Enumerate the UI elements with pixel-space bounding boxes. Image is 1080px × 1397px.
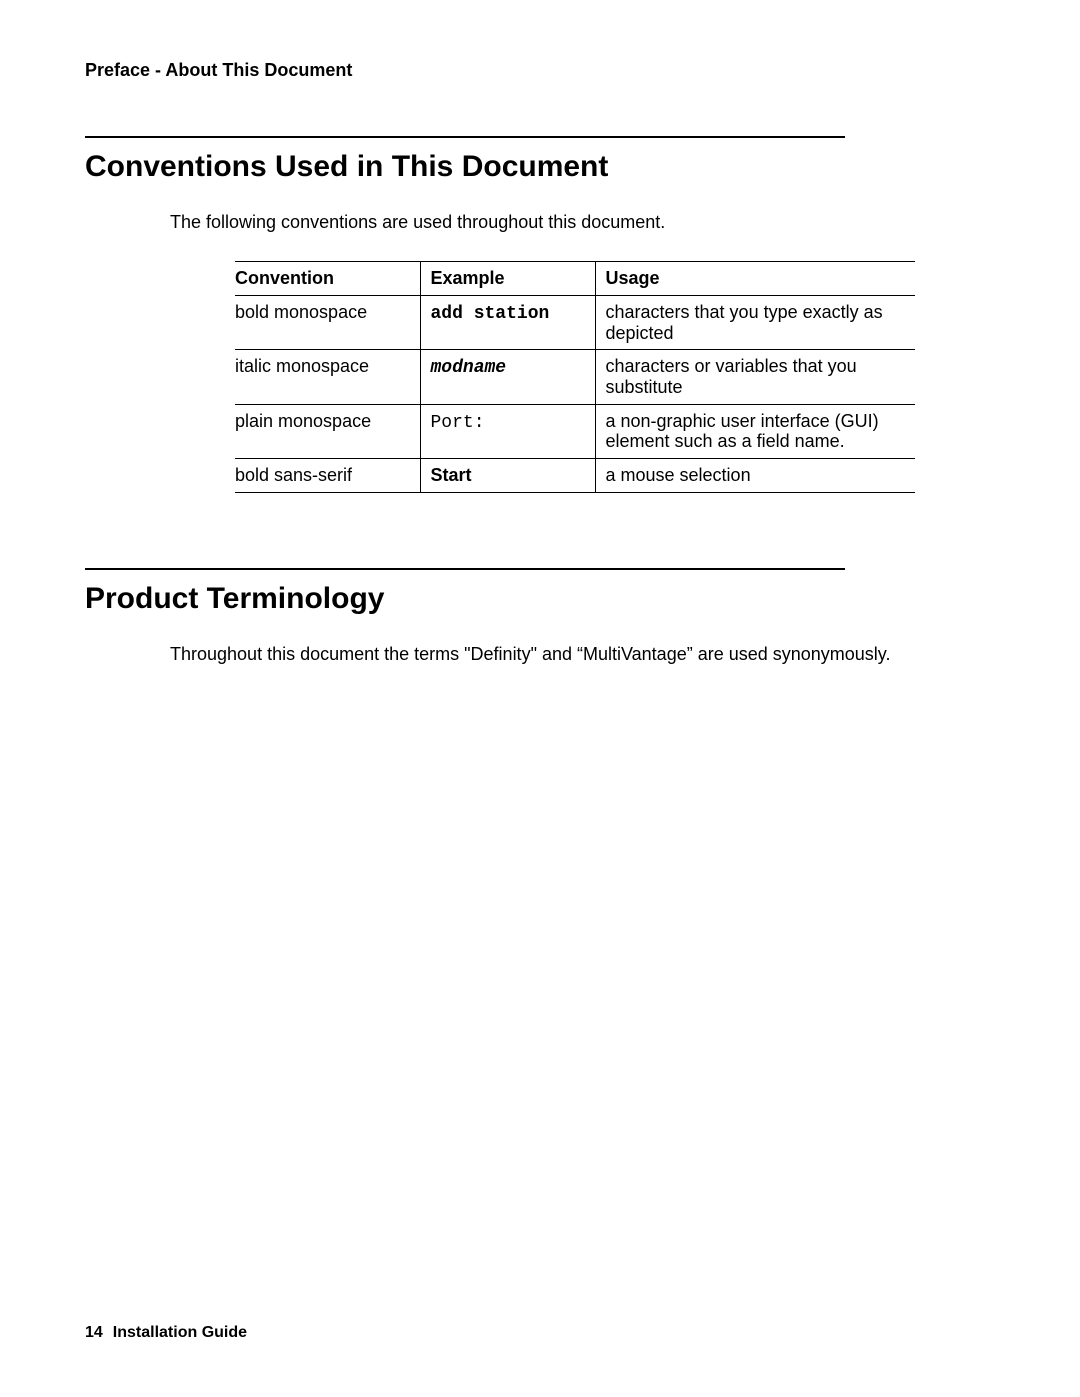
cell-usage: a non-graphic user interface (GUI) eleme… xyxy=(595,404,915,458)
section-title-terminology: Product Terminology xyxy=(85,582,995,616)
cell-example: Start xyxy=(420,459,595,493)
section-text: Throughout this document the terms "Defi… xyxy=(170,644,995,665)
cell-convention: italic monospace xyxy=(235,350,420,404)
cell-usage: a mouse selection xyxy=(595,459,915,493)
cell-usage: characters or variables that you substit… xyxy=(595,350,915,404)
cell-example: add station xyxy=(420,296,595,350)
footer-title: Installation Guide xyxy=(113,1324,247,1341)
section-intro: The following conventions are used throu… xyxy=(170,212,995,233)
table-header-row: Convention Example Usage xyxy=(235,262,915,296)
th-convention: Convention xyxy=(235,262,420,296)
cell-example: modname xyxy=(420,350,595,404)
table-row: bold monospaceadd stationcharacters that… xyxy=(235,296,915,350)
th-usage: Usage xyxy=(595,262,915,296)
cell-convention: plain monospace xyxy=(235,404,420,458)
cell-usage: characters that you type exactly as depi… xyxy=(595,296,915,350)
conventions-table: Convention Example Usage bold monospacea… xyxy=(235,261,915,493)
table-row: plain monospacePort:a non-graphic user i… xyxy=(235,404,915,458)
section-rule xyxy=(85,568,845,570)
table-row: bold sans-serifStarta mouse selection xyxy=(235,459,915,493)
table-row: italic monospacemodnamecharacters or var… xyxy=(235,350,915,404)
cell-convention: bold sans-serif xyxy=(235,459,420,493)
cell-example: Port: xyxy=(420,404,595,458)
page-number: 14 xyxy=(85,1324,103,1341)
page-footer: 14 Installation Guide xyxy=(85,1324,247,1342)
cell-convention: bold monospace xyxy=(235,296,420,350)
section-rule xyxy=(85,136,845,138)
th-example: Example xyxy=(420,262,595,296)
page-header: Preface - About This Document xyxy=(85,60,995,81)
section-title-conventions: Conventions Used in This Document xyxy=(85,150,995,184)
